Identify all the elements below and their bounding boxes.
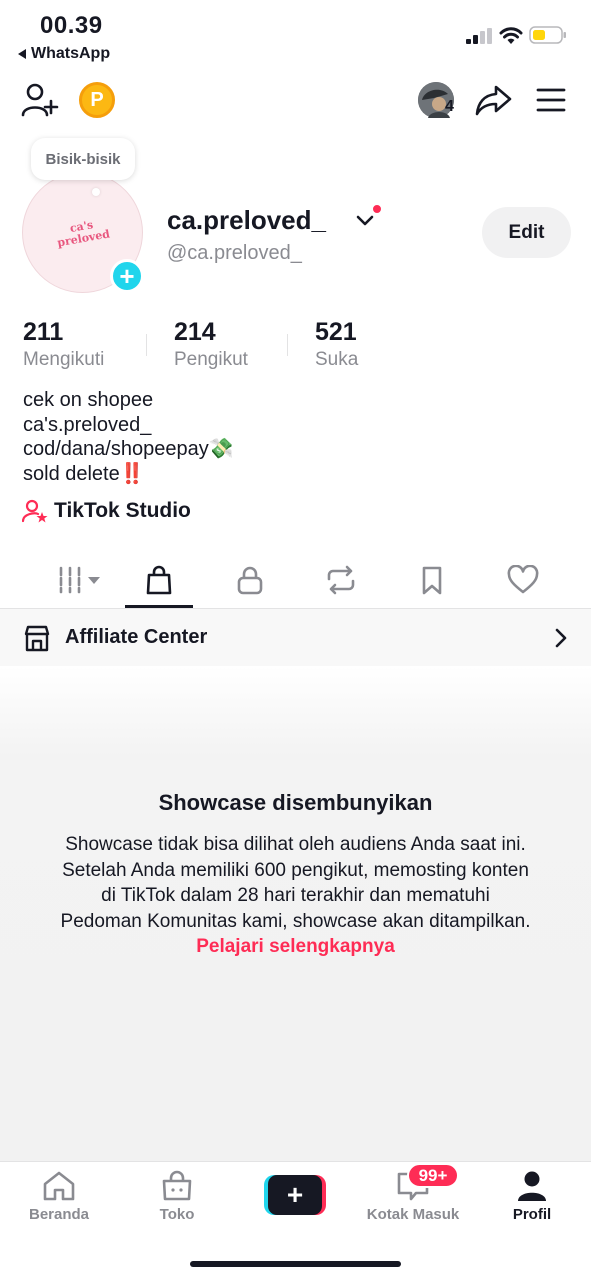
lock-icon bbox=[237, 566, 263, 595]
profile-username: ca.preloved_ bbox=[167, 205, 326, 235]
edit-profile-button[interactable]: Edit bbox=[482, 207, 571, 258]
nav-shop-label: Toko bbox=[159, 1206, 195, 1223]
nav-shop[interactable]: Toko bbox=[122, 1170, 232, 1223]
shop-bag-icon bbox=[162, 1170, 192, 1201]
empty-state-title: Showcase disembunyikan bbox=[158, 790, 433, 815]
coin-letter: P bbox=[90, 88, 104, 111]
stat-followers-value: 214 bbox=[174, 318, 216, 346]
tab-private[interactable] bbox=[216, 552, 284, 608]
learn-more-link[interactable]: Pelajari selengkapnya bbox=[196, 936, 395, 957]
stat-followers[interactable]: 214 Pengikut bbox=[174, 318, 248, 371]
nav-profile[interactable]: Profil bbox=[477, 1170, 587, 1223]
battery-icon bbox=[529, 26, 566, 44]
coin-icon[interactable]: P bbox=[79, 82, 115, 118]
share-icon bbox=[475, 85, 512, 116]
stat-following-label: Mengikuti bbox=[23, 349, 105, 370]
profile-person-icon bbox=[518, 1171, 546, 1201]
bio-line: cek on shopee bbox=[23, 389, 154, 411]
tooltip-pointer-dot bbox=[92, 188, 100, 196]
nav-home-label: Beranda bbox=[28, 1206, 90, 1223]
status-bar: 00.39 WhatsApp bbox=[0, 0, 591, 70]
nav-home[interactable]: Beranda bbox=[4, 1170, 114, 1223]
home-indicator[interactable] bbox=[190, 1261, 401, 1267]
heart-icon bbox=[507, 565, 539, 594]
create-post-button[interactable]: + bbox=[264, 1175, 326, 1215]
tab-reposts[interactable] bbox=[307, 552, 375, 608]
stat-likes-label: Suka bbox=[315, 349, 359, 370]
hamburger-menu-icon bbox=[536, 88, 566, 112]
empty-state-body: Showcase tidak bisa dilihat oleh audiens… bbox=[60, 832, 531, 960]
stat-divider bbox=[287, 334, 288, 356]
add-user-icon bbox=[21, 83, 59, 117]
inbox-unread-badge: 99+ bbox=[407, 1163, 459, 1188]
wifi-icon bbox=[499, 27, 523, 44]
shopping-bag-icon bbox=[146, 565, 172, 595]
tiktok-studio-label: TikTok Studio bbox=[54, 499, 191, 522]
tab-liked[interactable] bbox=[489, 552, 557, 608]
nav-inbox-label: Kotak Masuk bbox=[366, 1206, 460, 1223]
back-triangle-icon bbox=[18, 49, 26, 59]
profile-tabs bbox=[0, 552, 591, 608]
tab-favorites[interactable] bbox=[398, 552, 466, 608]
creator-star-icon bbox=[22, 499, 48, 523]
stat-divider bbox=[146, 334, 147, 356]
tab-videos[interactable] bbox=[46, 552, 114, 608]
bio-line: ca's.preloved_ bbox=[23, 413, 152, 436]
bookmark-icon bbox=[422, 566, 442, 595]
affiliate-center-label: Affiliate Center bbox=[65, 626, 208, 648]
cellular-signal-icon bbox=[466, 28, 492, 44]
stat-followers-label: Pengikut bbox=[174, 349, 248, 370]
grid-sort-icon bbox=[59, 566, 100, 594]
add-avatar-plus-icon[interactable]: + bbox=[110, 259, 144, 293]
account-switch-chevron-icon[interactable] bbox=[355, 212, 375, 228]
profile-bio[interactable]: cek on shopee ca's.preloved_ cod/dana/sh… bbox=[23, 388, 234, 486]
back-app-label: WhatsApp bbox=[31, 45, 111, 62]
nav-profile-label: Profil bbox=[512, 1206, 552, 1223]
back-to-app-link[interactable]: WhatsApp bbox=[18, 45, 110, 63]
storefront-icon bbox=[24, 625, 50, 652]
add-friend-button[interactable] bbox=[20, 82, 60, 118]
plus-icon: + bbox=[268, 1175, 322, 1215]
notification-dot bbox=[371, 203, 383, 215]
tiktok-studio-link[interactable]: TikTok Studio bbox=[22, 499, 191, 523]
bio-line: sold delete‼️ bbox=[23, 462, 145, 485]
home-icon bbox=[43, 1171, 75, 1201]
empty-state-text: Showcase tidak bisa dilihat oleh audiens… bbox=[60, 834, 531, 932]
status-time: 00.39 bbox=[40, 12, 103, 39]
friends-count: 4 bbox=[445, 98, 454, 115]
stat-following[interactable]: 211 Mengikuti bbox=[23, 318, 104, 371]
stat-likes-value: 521 bbox=[315, 318, 357, 346]
stat-following-value: 211 bbox=[23, 318, 64, 346]
share-button[interactable] bbox=[475, 82, 513, 118]
chevron-right-icon bbox=[555, 628, 567, 648]
repost-icon bbox=[327, 565, 355, 595]
tab-showcase[interactable] bbox=[125, 552, 193, 608]
menu-button[interactable] bbox=[535, 84, 567, 116]
affiliate-center-row[interactable]: Affiliate Center bbox=[0, 609, 591, 666]
bio-line: cod/dana/shopeepay💸 bbox=[23, 438, 234, 460]
whisper-tooltip[interactable]: Bisik-bisik bbox=[31, 138, 135, 180]
avatar-logo-image: ca's preloved bbox=[54, 217, 111, 249]
stat-likes[interactable]: 521 Suka bbox=[315, 318, 358, 371]
profile-handle: @ca.preloved_ bbox=[167, 242, 302, 264]
